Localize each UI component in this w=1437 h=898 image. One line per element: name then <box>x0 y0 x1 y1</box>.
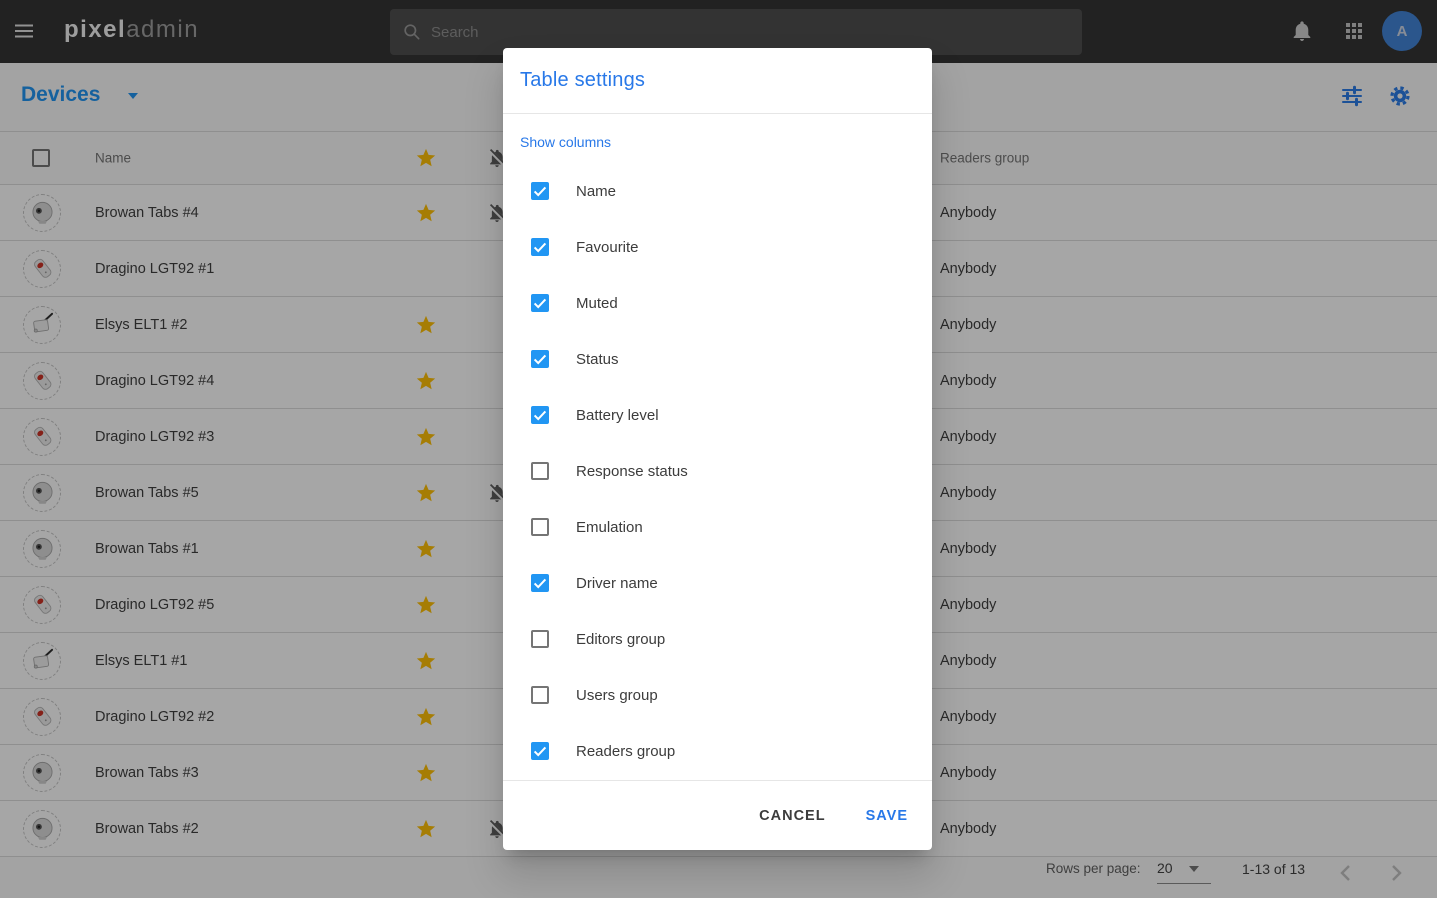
column-checkbox[interactable] <box>531 630 549 648</box>
table-settings-dialog: Table settings Show columns Name Favouri… <box>503 48 932 850</box>
dialog-title: Table settings <box>520 69 645 92</box>
cancel-button[interactable]: CANCEL <box>751 800 833 832</box>
column-checkbox[interactable] <box>531 406 549 424</box>
column-checkbox[interactable] <box>531 686 549 704</box>
column-option-label: Name <box>576 183 616 200</box>
column-option-label: Emulation <box>576 519 643 536</box>
column-checkbox[interactable] <box>531 238 549 256</box>
column-checkbox[interactable] <box>531 182 549 200</box>
column-option-label: Favourite <box>576 239 639 256</box>
column-option-label: Battery level <box>576 407 659 424</box>
column-option[interactable]: Readers group <box>520 723 915 779</box>
column-option-label: Response status <box>576 463 688 480</box>
show-columns-link[interactable]: Show columns <box>520 132 915 152</box>
column-options-list: Name Favourite Muted Status Battery leve… <box>520 163 915 779</box>
column-option-label: Status <box>576 351 619 368</box>
column-option[interactable]: Response status <box>520 443 915 499</box>
dialog-footer: CANCEL SAVE <box>503 780 932 850</box>
column-option[interactable]: Editors group <box>520 611 915 667</box>
column-option-label: Muted <box>576 295 618 312</box>
dialog-body: Show columns Name Favourite Muted Status… <box>503 114 932 779</box>
dialog-header: Table settings <box>503 48 932 114</box>
column-option[interactable]: Users group <box>520 667 915 723</box>
column-checkbox[interactable] <box>531 742 549 760</box>
column-option[interactable]: Status <box>520 331 915 387</box>
save-button[interactable]: SAVE <box>858 800 916 832</box>
column-checkbox[interactable] <box>531 574 549 592</box>
column-option[interactable]: Muted <box>520 275 915 331</box>
column-option[interactable]: Name <box>520 163 915 219</box>
column-checkbox[interactable] <box>531 462 549 480</box>
column-option-label: Editors group <box>576 631 665 648</box>
column-option-label: Driver name <box>576 575 658 592</box>
column-option[interactable]: Battery level <box>520 387 915 443</box>
column-option-label: Users group <box>576 687 658 704</box>
column-option[interactable]: Emulation <box>520 499 915 555</box>
column-checkbox[interactable] <box>531 518 549 536</box>
column-option[interactable]: Favourite <box>520 219 915 275</box>
column-option[interactable]: Driver name <box>520 555 915 611</box>
column-checkbox[interactable] <box>531 350 549 368</box>
column-checkbox[interactable] <box>531 294 549 312</box>
column-option-label: Readers group <box>576 743 675 760</box>
